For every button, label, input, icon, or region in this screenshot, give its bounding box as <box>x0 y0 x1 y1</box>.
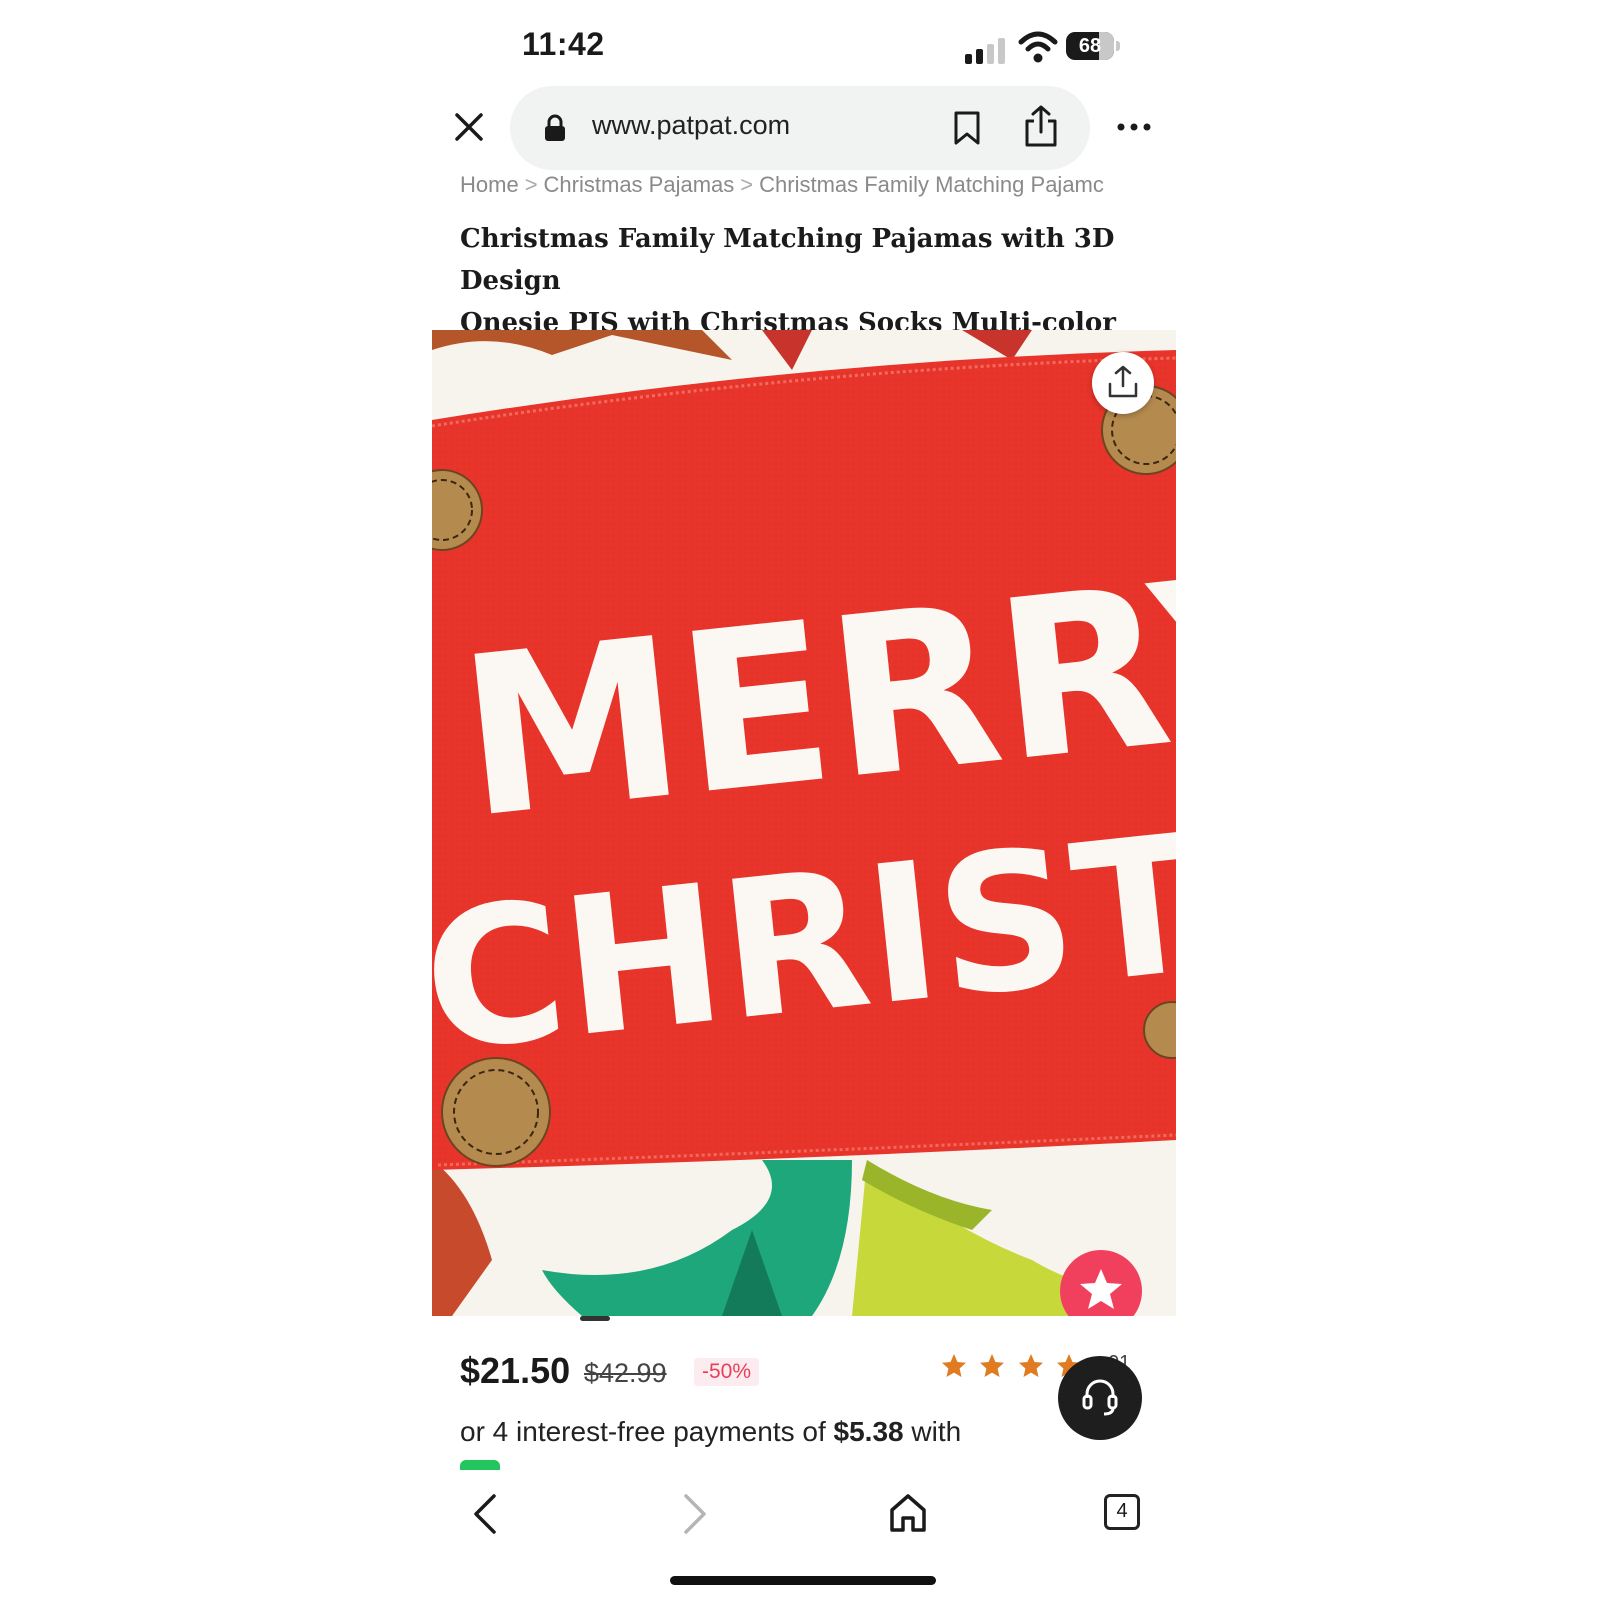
breadcrumb-separator: > <box>740 172 754 197</box>
customer-support-button[interactable] <box>1058 1356 1142 1440</box>
discount-badge: -50% <box>694 1358 760 1386</box>
share-icon <box>1108 365 1138 398</box>
product-image[interactable]: MERRY CHRISTMA <box>432 330 1176 1316</box>
installments-text: or 4 interest-free payments of $5.38 wit… <box>460 1416 962 1447</box>
address-bar[interactable]: www.patpat.com <box>510 86 1090 170</box>
battery-level: 68 <box>1078 35 1102 57</box>
bookmark-icon[interactable] <box>952 110 982 146</box>
battery-icon: 68 <box>1066 32 1122 62</box>
more-icon[interactable] <box>1116 120 1152 134</box>
headset-icon <box>1082 1379 1118 1416</box>
close-icon[interactable] <box>452 110 486 144</box>
back-icon[interactable] <box>468 1492 502 1536</box>
star-icon <box>980 1354 1005 1377</box>
share-icon[interactable] <box>1022 104 1060 148</box>
star-icon <box>1080 1269 1122 1309</box>
tabs-icon[interactable]: 4 <box>1104 1494 1140 1530</box>
breadcrumb-home[interactable]: Home <box>460 172 519 197</box>
image-pager-indicator <box>580 1316 610 1321</box>
breadcrumb: Home > Christmas Pajamas > Christmas Family … <box>460 172 1130 204</box>
product-title-line1: Christmas Family Matching Pajamas with 3… <box>460 224 1115 296</box>
wifi-icon <box>1018 31 1058 63</box>
product-photo: MERRY CHRISTMA <box>432 330 1176 1316</box>
star-icon <box>1018 1354 1043 1377</box>
status-bar: 11:42 68 <box>430 18 1170 74</box>
installment-amount: $5.38 <box>833 1416 904 1447</box>
payment-provider-logo <box>460 1460 500 1470</box>
sale-price: $21.50 <box>460 1350 571 1391</box>
url-text: www.patpat.com <box>592 110 791 140</box>
breadcrumb-christmas-pajamas[interactable]: Christmas Pajamas <box>544 172 735 197</box>
original-price: $42.99 <box>584 1358 667 1388</box>
lock-icon <box>545 114 565 141</box>
product-title: Christmas Family Matching Pajamas with 3… <box>460 218 1150 344</box>
home-icon[interactable] <box>888 1492 928 1534</box>
forward-icon[interactable] <box>678 1492 712 1536</box>
star-icon <box>942 1354 966 1377</box>
image-share-button[interactable] <box>1092 352 1154 414</box>
status-time: 11:42 <box>522 26 605 62</box>
cell-signal-icon <box>965 38 1005 64</box>
price-row: $21.50 $42.99 -50% 01 <box>460 1350 1160 1400</box>
home-indicator <box>670 1576 936 1585</box>
breadcrumb-separator: > <box>524 172 538 197</box>
breadcrumb-current: Christmas Family Matching Pajamc <box>759 172 1104 197</box>
browser-toolbar: www.patpat.com <box>430 86 1170 172</box>
browser-bottom-nav: 4 <box>430 1472 1170 1562</box>
